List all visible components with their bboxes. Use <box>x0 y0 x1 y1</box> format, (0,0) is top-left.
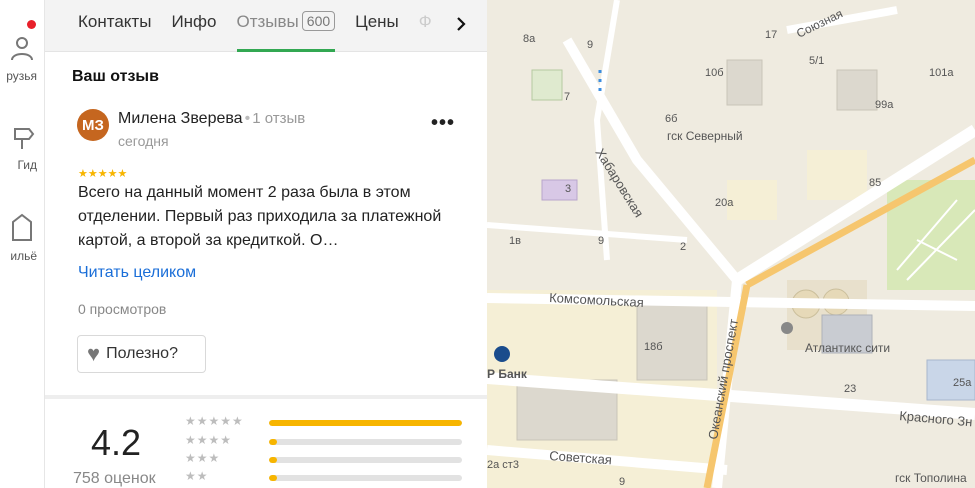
views-count: 0 просмотров <box>78 301 167 317</box>
heart-icon: ♥ <box>87 341 101 366</box>
svg-text:2а ст3: 2а ст3 <box>487 459 519 471</box>
rating-row-bar <box>269 439 462 445</box>
rating-row-bar <box>269 420 462 426</box>
tabs-scroll-right-button[interactable] <box>447 12 475 40</box>
svg-text:23: 23 <box>844 383 856 395</box>
svg-text:99а: 99а <box>875 99 894 111</box>
rail-label: ильё <box>10 249 37 263</box>
divider <box>45 395 487 399</box>
rating-row: ★★ <box>185 469 465 484</box>
svg-text:20а: 20а <box>715 197 734 209</box>
svg-text:85: 85 <box>869 177 881 189</box>
rating-row: ★★★ <box>185 451 465 466</box>
place-bank: Р Банк <box>487 367 528 381</box>
svg-text:6б: 6б <box>665 113 677 125</box>
map-canvas[interactable]: Комсомольская Хабаровская Океанский прос… <box>487 0 975 488</box>
more-icon: ••• <box>431 112 456 134</box>
rating-row-stars: ★★★ <box>185 451 221 465</box>
svg-text:25а: 25а <box>953 377 972 389</box>
rating-row-stars: ★★★★ <box>185 433 233 447</box>
guide-icon <box>7 128 37 155</box>
rating-row-fill <box>269 439 277 445</box>
tab-contacts[interactable]: Контакты <box>78 0 151 52</box>
svg-text:9: 9 <box>619 476 625 488</box>
tab-reviews[interactable]: Отзывы 600 <box>236 0 336 52</box>
svg-text:1в: 1в <box>509 235 521 247</box>
avatar[interactable]: МЗ <box>77 109 109 141</box>
author-line: Милена Зверева • 1 отзыв <box>118 110 306 127</box>
useful-label: Полезно? <box>106 345 178 362</box>
svg-text:7: 7 <box>564 91 570 103</box>
friends-icon <box>7 37 37 66</box>
rating-row-bar <box>269 457 462 463</box>
svg-text:3: 3 <box>565 183 571 195</box>
reviews-count-badge: 600 <box>301 10 336 31</box>
review-text: Всего на данный момент 2 раза была в это… <box>78 184 442 249</box>
rating-row-fill <box>269 475 277 481</box>
rating-row-fill <box>269 457 277 463</box>
rating-row-fill <box>269 420 462 426</box>
review-date: сегодня <box>118 133 169 149</box>
housing-icon <box>7 213 37 246</box>
rating-row-stars: ★★★★★ <box>185 414 244 428</box>
svg-text:101а: 101а <box>929 67 954 79</box>
rail-item-guide[interactable]: Гид <box>0 125 44 172</box>
tab-info[interactable]: Инфо <box>171 0 216 52</box>
rating-row-stars: ★★ <box>185 469 209 483</box>
svg-text:8а: 8а <box>523 33 536 45</box>
tab-prices[interactable]: Цены <box>355 0 399 52</box>
author-name[interactable]: Милена Зверева <box>118 110 243 127</box>
rail-item-housing[interactable]: ильё <box>0 212 44 263</box>
place-gsk-topolina: гск Тополина <box>895 471 967 485</box>
rating-row: ★★★★★ <box>185 414 465 429</box>
more-options-button[interactable]: ••• <box>431 112 455 135</box>
svg-text:9: 9 <box>598 235 604 247</box>
rail-label: Гид <box>17 158 37 172</box>
your-review-title: Ваш отзыв <box>72 68 159 85</box>
business-panel: Контакты Инфо Отзывы 600 Цены Ф Ваш отзыв… <box>45 0 487 488</box>
useful-button[interactable]: ♥ Полезно? <box>77 335 206 373</box>
rating-row: ★★★★ <box>185 433 465 448</box>
left-rail: рузья Гид ильё <box>0 0 45 488</box>
svg-text:9: 9 <box>587 39 593 51</box>
notification-dot <box>27 20 36 29</box>
tab-photos[interactable]: Ф <box>419 0 432 52</box>
map[interactable]: Комсомольская Хабаровская Океанский прос… <box>487 0 975 488</box>
chevron-right-icon <box>455 15 467 38</box>
svg-text:17: 17 <box>765 29 777 41</box>
author-reviews-count: 1 отзыв <box>252 110 306 127</box>
read-more-link[interactable]: Читать целиком <box>78 264 196 282</box>
place-gsk-severny: гск Северный <box>667 129 743 143</box>
svg-text:5/1: 5/1 <box>809 55 824 67</box>
tab-reviews-label: Отзывы <box>236 11 299 31</box>
svg-text:2: 2 <box>680 241 686 253</box>
review-stars: ★★★★★ <box>78 168 128 180</box>
ratings-count: 758 оценок <box>73 470 156 487</box>
rail-item-friends[interactable]: рузья <box>0 36 44 83</box>
rail-label: рузья <box>6 69 37 83</box>
svg-text:18б: 18б <box>644 341 663 353</box>
rating-row-bar <box>269 475 462 481</box>
tab-bar: Контакты Инфо Отзывы 600 Цены Ф <box>45 0 487 52</box>
place-atlantiks: Атлантикс сити <box>805 341 890 355</box>
average-rating: 4.2 <box>91 422 142 463</box>
svg-text:10б: 10б <box>705 67 724 79</box>
